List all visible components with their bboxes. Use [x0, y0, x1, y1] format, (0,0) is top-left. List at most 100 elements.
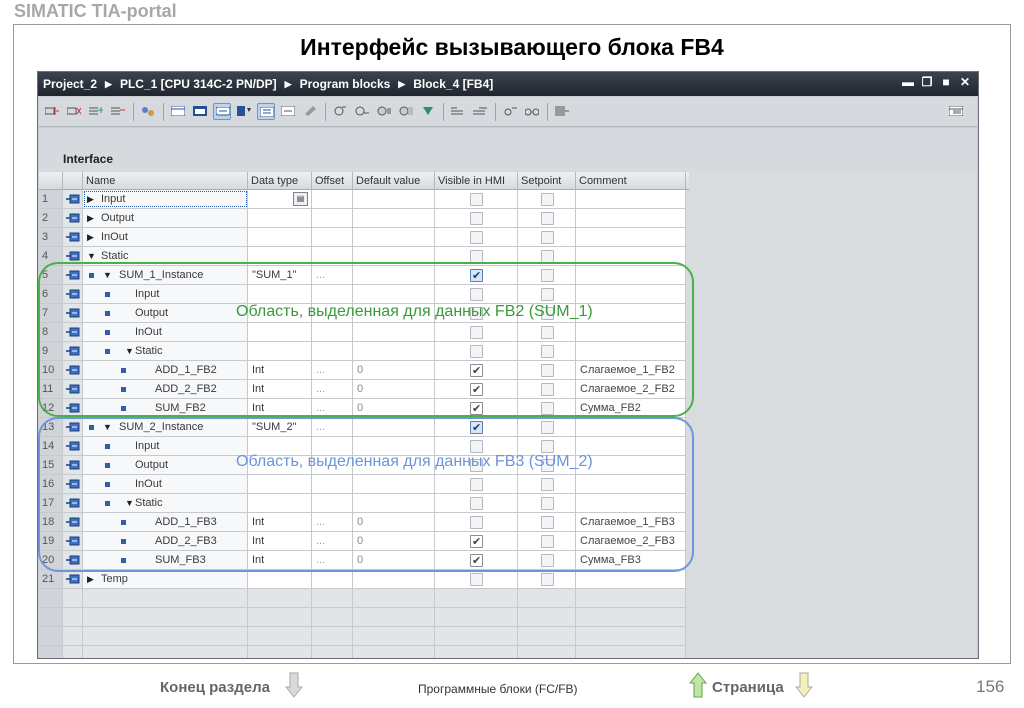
data-type-cell[interactable]: Int [248, 380, 312, 399]
name-cell[interactable]: SUM_FB3 [83, 551, 248, 570]
name-cell[interactable]: ▶ Input [83, 190, 248, 209]
data-type-cell[interactable] [248, 494, 312, 513]
setpoint-checkbox[interactable] [541, 421, 554, 434]
name-cell[interactable]: ▶ InOut [83, 228, 248, 247]
collapse-arrow-icon[interactable]: ▶ [87, 228, 94, 246]
comment-cell[interactable]: Слагаемое_1_FB2 [576, 361, 686, 380]
name-cell[interactable]: ▼ Static [83, 494, 248, 513]
data-type-cell[interactable]: "SUM_1" [248, 266, 312, 285]
default-value-cell[interactable]: 0 [353, 399, 435, 418]
name-cell[interactable]: ADD_2_FB3 [83, 532, 248, 551]
comment-cell[interactable] [576, 266, 686, 285]
setpoint-checkbox[interactable] [541, 554, 554, 567]
visible-in-hmi-checkbox[interactable] [470, 381, 483, 398]
data-type-cell[interactable]: Int [248, 532, 312, 551]
panel-toggle-icon[interactable] [947, 103, 965, 120]
expand-all-icon[interactable] [257, 103, 275, 120]
table-row[interactable]: 16 InOut [39, 475, 977, 494]
visible-in-hmi-checkbox[interactable] [470, 400, 483, 417]
setpoint-checkbox[interactable] [541, 231, 554, 244]
copy-snapshot-icon[interactable] [397, 103, 415, 120]
visible-in-hmi-checkbox[interactable] [470, 362, 483, 379]
comment-cell[interactable] [576, 190, 686, 209]
insert-row-icon[interactable] [43, 103, 61, 120]
comment-cell[interactable]: Слагаемое_2_FB2 [576, 380, 686, 399]
expand-arrow-icon[interactable]: ▼ [103, 266, 112, 284]
comment-cell[interactable] [576, 418, 686, 437]
breadcrumb-program-blocks[interactable]: Program blocks [300, 77, 391, 91]
table-row[interactable]: 21 ▶ Temp [39, 570, 977, 589]
indent-icon[interactable] [449, 103, 467, 120]
default-value-cell[interactable] [353, 266, 435, 285]
visible-in-hmi-checkbox[interactable] [470, 193, 483, 206]
name-cell[interactable]: ▼ SUM_2_Instance [83, 418, 248, 437]
visible-in-hmi-checkbox[interactable] [470, 250, 483, 263]
column-header-name[interactable]: Name [83, 172, 248, 190]
block-view-icon[interactable] [191, 103, 209, 120]
breadcrumb-plc[interactable]: PLC_1 [CPU 314C-2 PN/DP] [120, 77, 277, 91]
default-value-cell[interactable] [353, 494, 435, 513]
comment-cell[interactable] [576, 228, 686, 247]
table-row[interactable]: 9 ▼ Static [39, 342, 977, 361]
setpoint-checkbox[interactable] [541, 269, 554, 282]
expand-arrow-icon[interactable]: ▼ [125, 494, 134, 512]
comment-cell[interactable] [576, 209, 686, 228]
data-type-cell[interactable] [248, 228, 312, 247]
setpoint-checkbox[interactable] [541, 535, 554, 548]
comment-toggle-icon[interactable] [213, 103, 231, 120]
name-cell[interactable]: ADD_1_FB2 [83, 361, 248, 380]
name-cell[interactable]: Input [83, 437, 248, 456]
setpoint-checkbox[interactable] [541, 250, 554, 263]
default-value-cell[interactable]: 0 [353, 361, 435, 380]
collapse-arrow-icon[interactable]: ▶ [87, 570, 94, 588]
interface-view-icon[interactable] [169, 103, 187, 120]
name-cell[interactable]: ▶ Temp [83, 570, 248, 589]
data-type-cell[interactable] [248, 285, 312, 304]
page-up-arrow-icon[interactable] [689, 672, 707, 698]
table-row[interactable]: 11 ADD_2_FB2 Int...0 Слагаемое_2_FB2 [39, 380, 977, 399]
compile-icon[interactable] [553, 103, 571, 120]
expand-arrow-icon[interactable]: ▼ [125, 342, 134, 360]
visible-in-hmi-checkbox[interactable] [470, 288, 483, 301]
visible-in-hmi-checkbox[interactable] [470, 267, 483, 284]
expand-arrow-icon[interactable]: ▼ [103, 418, 112, 436]
settings-icon[interactable] [501, 103, 519, 120]
visible-in-hmi-checkbox[interactable] [470, 345, 483, 358]
name-cell[interactable]: Input [83, 285, 248, 304]
comment-cell[interactable]: Слагаемое_2_FB3 [576, 532, 686, 551]
column-header-offset[interactable]: Offset [312, 172, 353, 190]
collapse-all-icon[interactable] [279, 103, 297, 120]
setpoint-checkbox[interactable] [541, 440, 554, 453]
data-type-cell[interactable] [248, 323, 312, 342]
column-header-comment[interactable]: Comment [576, 172, 686, 190]
expand-arrow-icon[interactable]: ▼ [87, 247, 96, 265]
outdent-icon[interactable] [471, 103, 489, 120]
close-icon[interactable]: ✕ [958, 75, 972, 89]
delete-row-icon[interactable] [65, 103, 83, 120]
default-value-cell[interactable] [353, 570, 435, 589]
visible-in-hmi-checkbox[interactable] [470, 573, 483, 586]
setpoint-checkbox[interactable] [541, 326, 554, 339]
table-row[interactable]: 2 ▶ Output [39, 209, 977, 228]
comment-cell[interactable] [576, 323, 686, 342]
visible-in-hmi-checkbox[interactable] [470, 516, 483, 529]
monitor-icon[interactable] [331, 103, 349, 120]
visible-in-hmi-checkbox[interactable] [470, 552, 483, 569]
default-value-cell[interactable] [353, 475, 435, 494]
name-cell[interactable]: ▶ Output [83, 209, 248, 228]
setpoint-checkbox[interactable] [541, 478, 554, 491]
setpoint-checkbox[interactable] [541, 383, 554, 396]
comment-cell[interactable] [576, 285, 686, 304]
table-row[interactable]: 6 Input [39, 285, 977, 304]
name-cell[interactable]: ▼ Static [83, 247, 248, 266]
default-value-cell[interactable]: 0 [353, 532, 435, 551]
column-header-data-type[interactable]: Data type [248, 172, 312, 190]
glasses-icon[interactable] [523, 103, 541, 120]
data-type-picker-icon[interactable]: ▤ [293, 192, 308, 206]
setpoint-checkbox[interactable] [541, 573, 554, 586]
name-cell[interactable]: ▼ Static [83, 342, 248, 361]
table-row[interactable]: 20 SUM_FB3 Int...0 Сумма_FB3 [39, 551, 977, 570]
comment-cell[interactable] [576, 570, 686, 589]
network-icon[interactable] [139, 103, 157, 120]
name-cell[interactable]: ADD_2_FB2 [83, 380, 248, 399]
